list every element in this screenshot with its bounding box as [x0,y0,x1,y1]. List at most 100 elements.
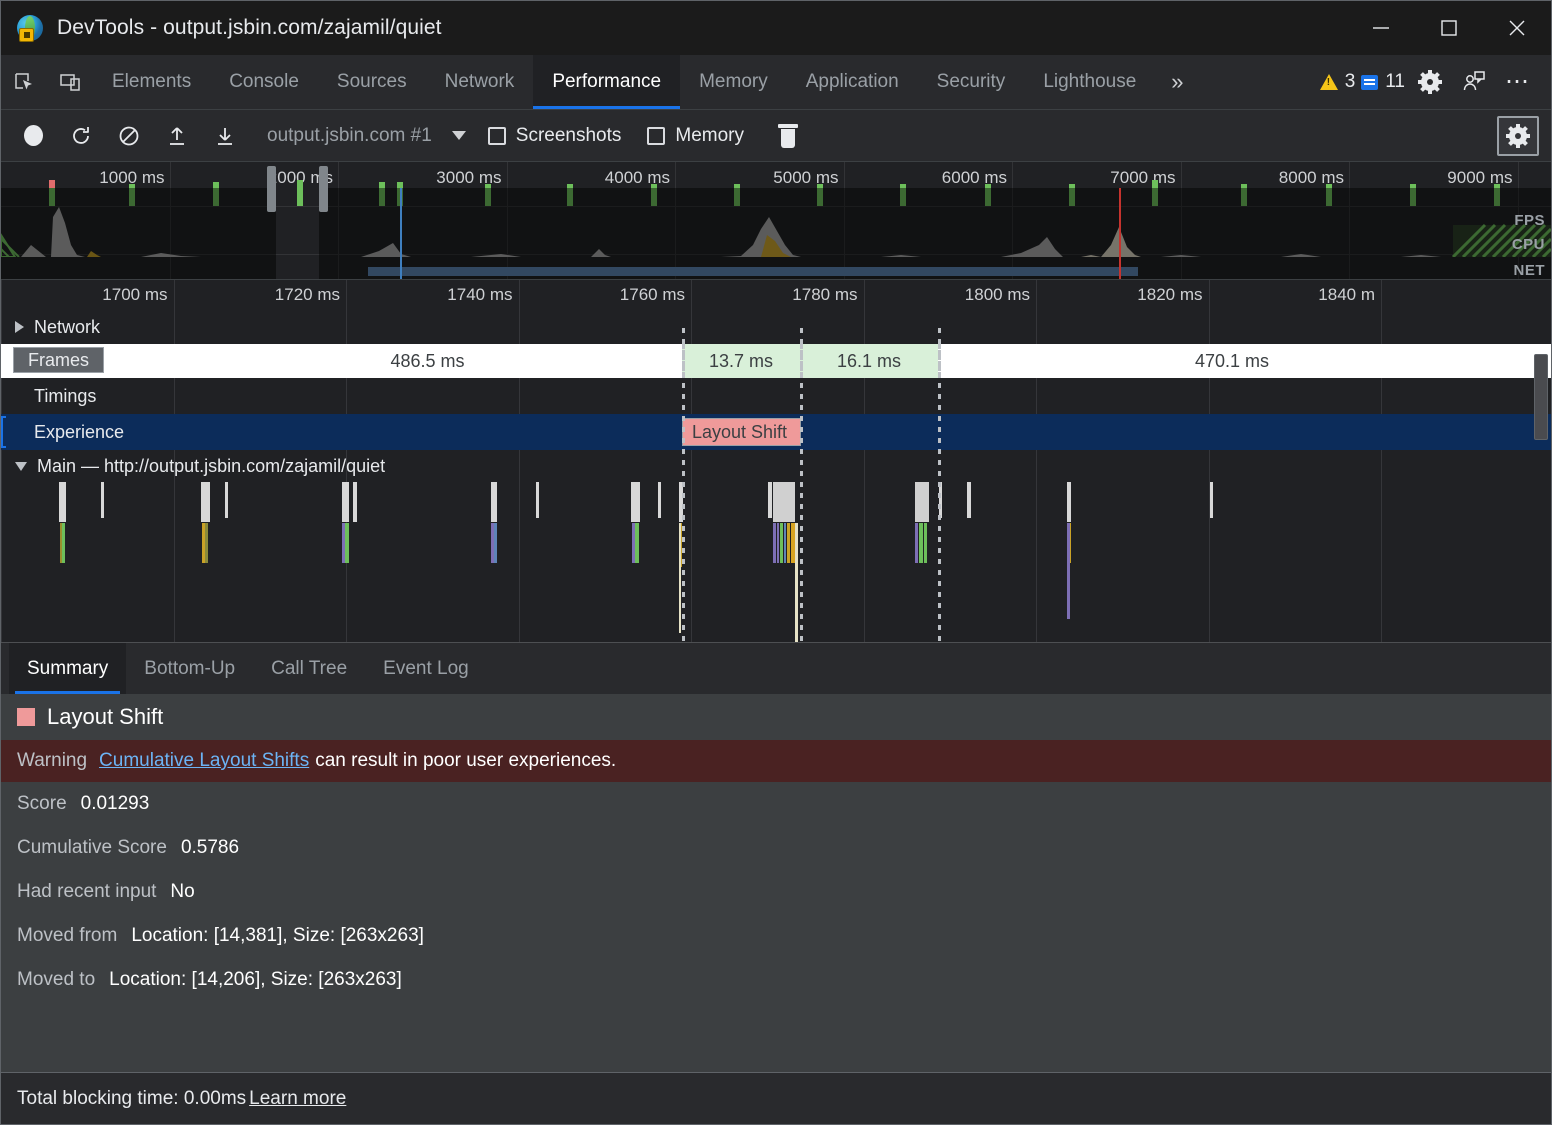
record-button[interactable] [15,118,51,154]
collect-garbage-button[interactable] [770,118,806,154]
session-selector-label[interactable]: output.jsbin.com #1 [267,125,432,147]
learn-more-link[interactable]: Learn more [249,1088,346,1110]
reload-and-record-button[interactable] [63,118,99,154]
feedback-button[interactable] [1455,63,1493,101]
tab-console[interactable]: Console [210,55,318,109]
memory-label: Memory [675,125,744,147]
tab-memory[interactable]: Memory [680,55,787,109]
flame-bar[interactable] [787,523,790,563]
flame-bar[interactable] [491,482,497,522]
cumulative-layout-shifts-link[interactable]: Cumulative Layout Shifts [99,750,309,772]
chevron-down-icon[interactable] [452,131,466,140]
maximize-button[interactable] [1415,1,1483,55]
track-row-experience[interactable]: Experience Layout Shift [1,414,1551,450]
minimize-button[interactable] [1347,1,1415,55]
settings-gear-button[interactable] [1411,63,1449,101]
warning-count: 3 [1345,71,1356,93]
chevron-down-icon[interactable] [15,462,27,471]
flame-bar[interactable] [1067,523,1070,619]
load-profile-button[interactable] [159,118,195,154]
tab-application[interactable]: Application [787,55,918,109]
flame-bar[interactable] [768,482,772,518]
track-row-main[interactable]: Main — http://output.jsbin.com/zajamil/q… [1,450,1551,482]
screenshots-checkbox[interactable] [488,127,506,145]
flame-bar[interactable] [919,523,923,563]
more-options-button[interactable]: ⋯ [1499,63,1537,101]
tab-network[interactable]: Network [426,55,534,109]
frame-segment[interactable]: 16.1 ms [800,344,938,378]
flame-bar[interactable] [784,523,786,563]
memory-checkbox-group[interactable]: Memory [647,125,744,147]
tab-sources[interactable]: Sources [318,55,426,109]
tab-call-tree[interactable]: Call Tree [253,643,365,694]
overview-fps-label: FPS [1514,212,1545,229]
moved-to-value: Location: [14,206], Size: [263x263] [109,969,402,991]
flame-bar[interactable] [342,482,349,522]
flame-bar[interactable] [101,482,104,518]
tab-elements[interactable]: Elements [93,55,210,109]
flame-bar[interactable] [915,523,918,563]
tracks-vertical-scrollbar[interactable] [1534,354,1548,440]
tab-bottom-up[interactable]: Bottom-Up [126,643,253,694]
flame-bar[interactable] [345,523,349,563]
save-profile-button[interactable] [207,118,243,154]
flame-bar[interactable] [780,523,783,563]
flame-bar[interactable] [353,482,357,522]
frames-track-label[interactable]: Frames [13,347,104,373]
memory-checkbox[interactable] [647,127,665,145]
capture-settings-button[interactable] [1497,116,1539,156]
flame-bar[interactable] [225,482,228,518]
flame-bar[interactable] [924,523,927,563]
flame-bar[interactable] [679,523,681,633]
flame-bar[interactable] [205,523,208,563]
frame-segment[interactable]: 13.7 ms [682,344,800,378]
flame-bar[interactable] [773,523,776,563]
flame-bar[interactable] [494,523,497,563]
tab-event-log[interactable]: Event Log [365,643,487,694]
chevron-right-icon[interactable] [15,321,24,333]
tab-summary[interactable]: Summary [9,643,126,694]
tab-performance[interactable]: Performance [533,55,680,109]
flame-bar[interactable] [59,482,66,522]
layout-shift-event[interactable]: Layout Shift [682,418,801,446]
timeline-tracks[interactable]: Network 486.5 ms13.7 ms16.1 ms470.1 ms F… [1,310,1551,642]
flame-bar[interactable] [967,482,971,518]
overview-selection-handle-left[interactable] [267,166,276,212]
flame-bar[interactable] [201,482,210,522]
warning-count-badge[interactable]: 3 [1320,71,1356,93]
main-flame-chart[interactable] [1,482,1551,642]
more-tabs-icon[interactable]: » [1155,55,1199,109]
summary-empty-space [1,1002,1551,1072]
track-row-network[interactable]: Network [1,310,1551,344]
flame-bar[interactable] [60,523,62,563]
message-count-badge[interactable]: 11 [1361,71,1405,93]
flame-bar[interactable] [658,482,661,518]
ruler-tick: 1700 ms [174,280,175,310]
track-row-timings[interactable]: Timings [1,378,1551,414]
ruler-tick-label: 1760 ms [620,285,685,305]
flame-bar[interactable] [1210,482,1213,518]
frame-segment[interactable]: 470.1 ms [938,344,1526,378]
tab-lighthouse[interactable]: Lighthouse [1024,55,1155,109]
flame-bar[interactable] [777,523,779,563]
clear-button[interactable] [111,118,147,154]
frame-segment[interactable]: 486.5 ms [173,344,682,378]
overview-selection-handle-right[interactable] [319,166,328,212]
selection-divider [800,328,803,642]
flame-bar[interactable] [635,523,639,563]
device-toolbar-icon[interactable] [47,55,93,109]
timeline-overview[interactable]: 1000 ms2000 ms3000 ms4000 ms5000 ms6000 … [1,162,1551,280]
flame-bar[interactable] [915,482,929,522]
devtools-tab-bar: Elements Console Sources Network Perform… [1,55,1551,110]
flame-bar[interactable] [536,482,539,518]
tab-security[interactable]: Security [918,55,1025,109]
close-button[interactable] [1483,1,1551,55]
trash-icon [778,124,798,148]
screenshots-checkbox-group[interactable]: Screenshots [488,125,622,147]
flame-bar[interactable] [1067,482,1071,522]
inspect-element-icon[interactable] [1,55,47,109]
flame-bar[interactable] [631,482,640,522]
flame-bar[interactable] [795,523,798,642]
flame-bar[interactable] [773,482,795,522]
track-row-frames[interactable]: 486.5 ms13.7 ms16.1 ms470.1 ms Frames [1,344,1551,378]
